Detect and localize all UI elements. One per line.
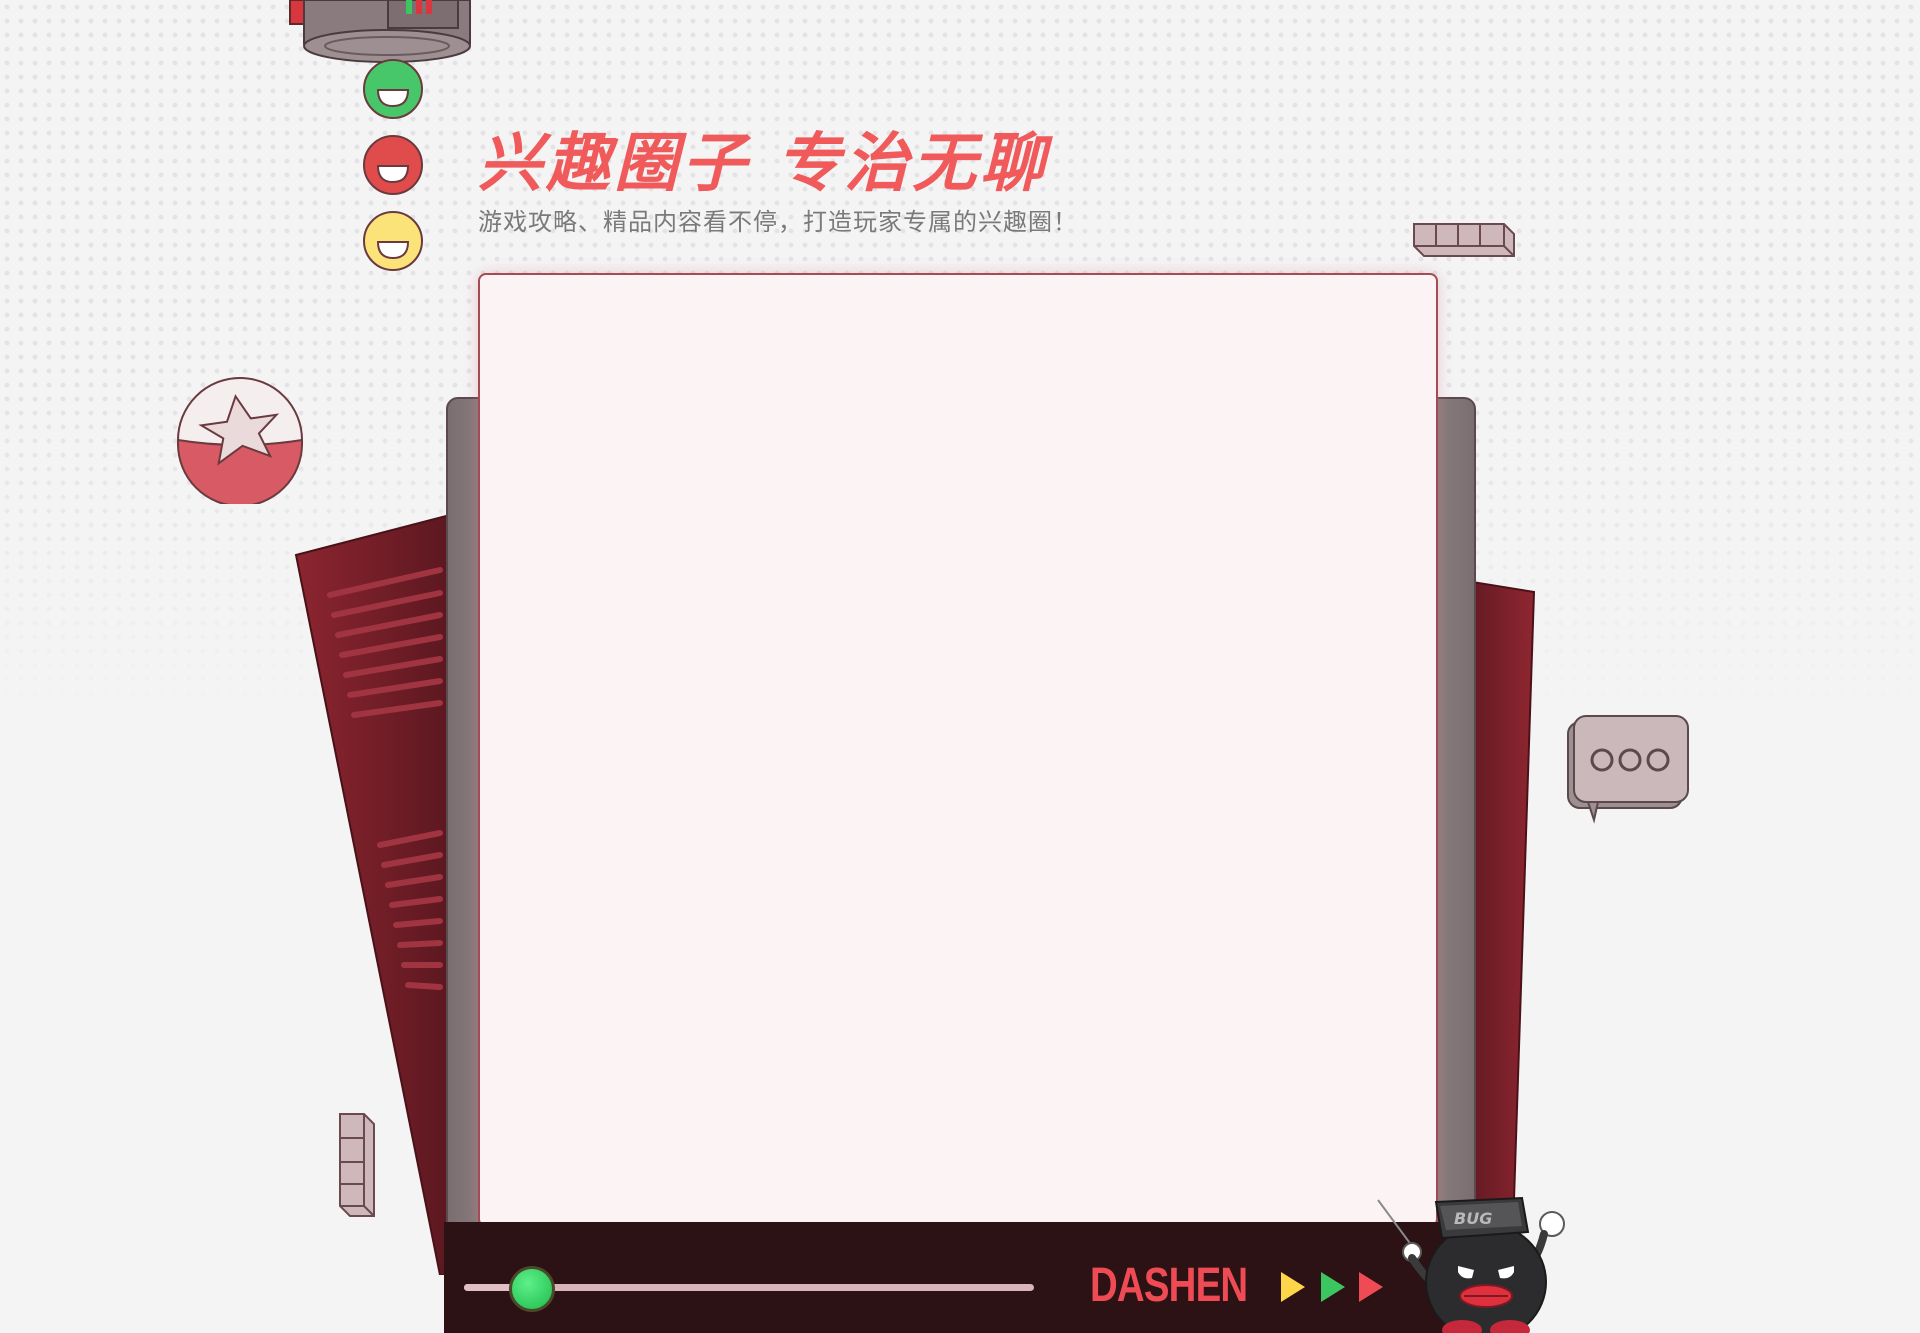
machine-top-icon (289, 0, 471, 63)
page-subtitle: 游戏攻略、精品内容看不停，打造玩家专属的兴趣圈！ (478, 208, 1078, 236)
mascot-hat-label: BUG (1454, 1209, 1492, 1228)
red-smile-icon (363, 135, 423, 195)
arrow-green-icon (1321, 1272, 1345, 1302)
content-card (478, 273, 1438, 1227)
green-smile-icon (363, 59, 423, 119)
page-title: 兴趣圈子 专治无聊 (478, 127, 1049, 201)
chat-bubble-icon (1567, 715, 1689, 824)
brand-logo-text: DASHEN (1090, 1259, 1248, 1312)
brick-row-icon (1413, 223, 1515, 257)
arrow-yellow-icon (1281, 1272, 1305, 1302)
yellow-smile-icon (363, 211, 423, 271)
bug-mascot: BUG (1377, 1196, 1565, 1333)
star-ball-icon (177, 377, 303, 504)
brick-column-icon (339, 1113, 375, 1217)
